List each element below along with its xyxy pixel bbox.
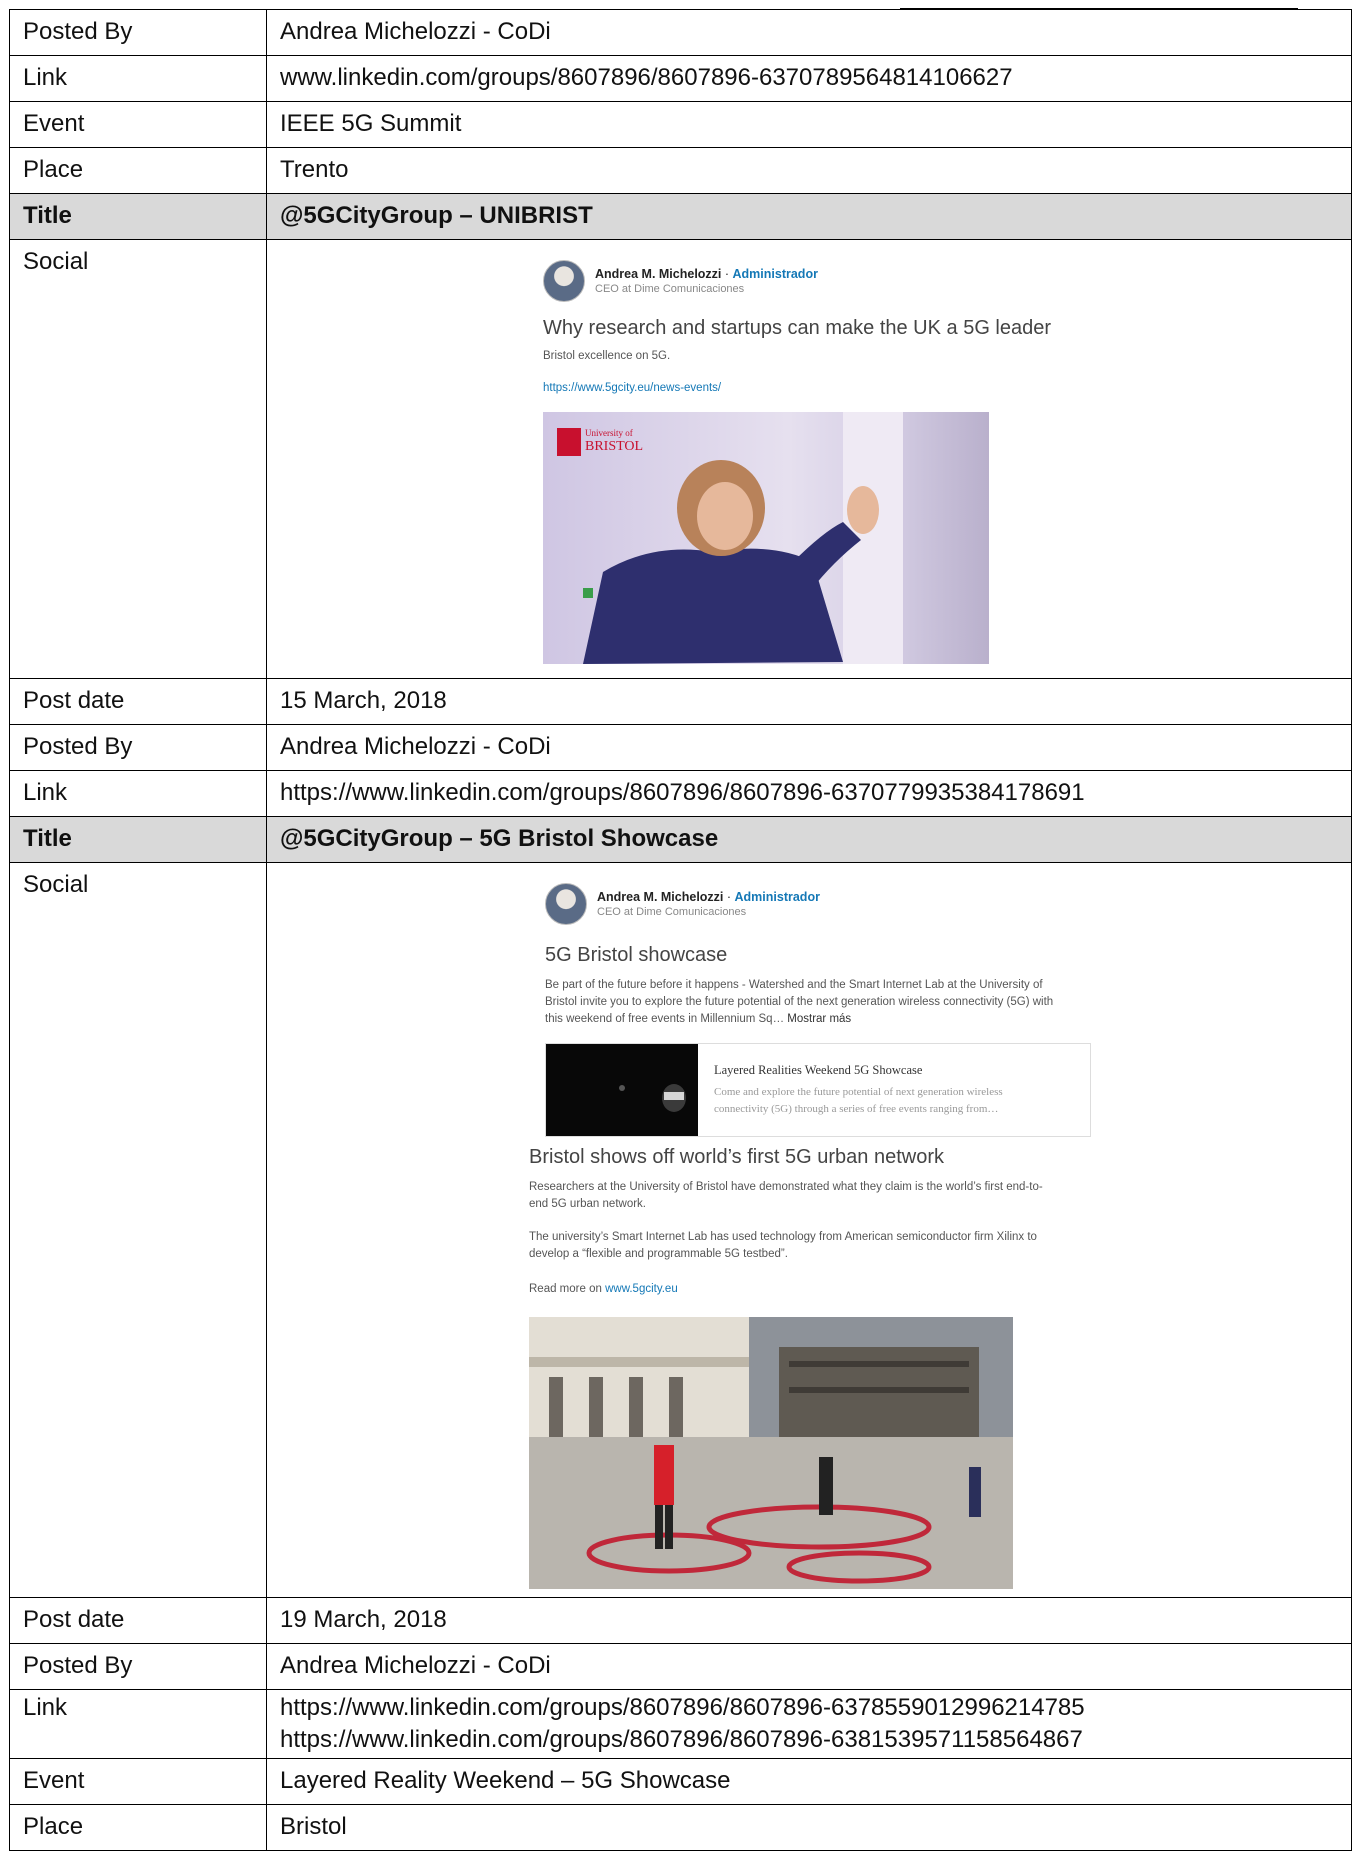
logo-caption: BRISTOL xyxy=(585,439,644,454)
row-value: Trento xyxy=(266,147,1352,194)
post-text-line: Be part of the future before it happens … xyxy=(545,979,1043,991)
row-value: IEEE 5G Summit xyxy=(266,101,1352,148)
report-table: Posted By Andrea Michelozzi - CoDi Link … xyxy=(9,9,1352,1851)
row-value: Andrea Michelozzi - CoDi xyxy=(266,9,1352,56)
row-value: Andrea Michelozzi - CoDi xyxy=(266,724,1352,771)
row-value: 15 March, 2018 xyxy=(266,678,1352,725)
row-label: Place xyxy=(9,147,267,194)
table-row: Link www.linkedin.com/groups/8607896/860… xyxy=(9,55,1352,102)
table-row: Event Layered Reality Weekend – 5G Showc… xyxy=(9,1758,1352,1805)
title-row: Title @5GCityGroup – UNIBRIST xyxy=(9,193,1352,240)
row-value: 19 March, 2018 xyxy=(266,1597,1352,1644)
row-label: Posted By xyxy=(9,9,267,56)
role-badge: Administrador xyxy=(734,890,820,904)
plaza-illustration xyxy=(529,1317,1013,1589)
post-author: Andrea M. Michelozzi · Administrador CEO… xyxy=(545,883,820,925)
post-author: Andrea M. Michelozzi · Administrador CEO… xyxy=(543,260,818,302)
post-text-end: this weekend of free events in Millenniu… xyxy=(545,1013,785,1025)
square-photo[interactable] xyxy=(529,1317,1013,1589)
avatar xyxy=(543,260,585,302)
row-label: Title xyxy=(9,816,267,863)
preview-desc: Come and explore the future potential of… xyxy=(714,1086,1003,1098)
post-link[interactable]: https://www.5gcity.eu/news-events/ xyxy=(543,380,721,397)
link-value[interactable]: https://www.linkedin.com/groups/8607896/… xyxy=(280,1724,1338,1756)
table-row: Post date 19 March, 2018 xyxy=(9,1597,1352,1644)
author-name[interactable]: Andrea M. Michelozzi xyxy=(595,267,721,281)
avatar xyxy=(545,883,587,925)
link-value[interactable]: https://www.linkedin.com/groups/8607896/… xyxy=(280,1692,1338,1724)
author-subtitle: CEO at Dime Comunicaciones xyxy=(595,283,745,295)
row-label: Social xyxy=(9,239,267,679)
read-more-label: Read more on xyxy=(529,1283,606,1295)
table-row: Link https://www.linkedin.com/groups/860… xyxy=(9,770,1352,817)
read-more: Read more on www.5gcity.eu xyxy=(529,1281,678,1298)
speaker-photo[interactable]: University of BRISTOL xyxy=(543,412,989,664)
social-row: Social Andrea M. Michelozzi · Administra… xyxy=(9,239,1352,679)
row-label: Title xyxy=(9,193,267,240)
separator: · xyxy=(723,890,735,904)
bristol-logo xyxy=(557,428,581,456)
row-label: Posted By xyxy=(9,724,267,771)
social-cell: Andrea M. Michelozzi · Administrador CEO… xyxy=(266,862,1352,1598)
article-headline: Bristol shows off world’s first 5G urban… xyxy=(529,1146,944,1168)
post-text: Bristol excellence on 5G. xyxy=(543,350,671,362)
row-label: Post date xyxy=(9,1597,267,1644)
read-more-link[interactable]: www.5gcity.eu xyxy=(605,1283,678,1295)
link-preview[interactable]: Layered Realities Weekend 5G Showcase Co… xyxy=(545,1043,1091,1137)
preview-title: Layered Realities Weekend 5G Showcase xyxy=(714,1063,923,1077)
linkedin-post-card: Andrea M. Michelozzi · Administrador CEO… xyxy=(525,863,1093,1597)
row-value: Andrea Michelozzi - CoDi xyxy=(266,1643,1352,1690)
table-row: Link https://www.linkedin.com/groups/860… xyxy=(9,1689,1352,1759)
article-text-line: develop a “flexible and programmable 5G … xyxy=(529,1248,788,1260)
post-headline: 5G Bristol showcase xyxy=(545,944,728,966)
row-label: Place xyxy=(9,1804,267,1851)
row-label: Link xyxy=(9,770,267,817)
row-label: Posted By xyxy=(9,1643,267,1690)
post-text-line: this weekend of free events in Millenniu… xyxy=(545,1011,851,1028)
table-row: Posted By Andrea Michelozzi - CoDi xyxy=(9,724,1352,771)
logo-caption: University of xyxy=(585,428,633,438)
post-headline: Why research and startups can make the U… xyxy=(543,317,1052,339)
social-row: Social Andrea M. Michelozzi · Administra… xyxy=(9,862,1352,1598)
row-value: Layered Reality Weekend – 5G Showcase xyxy=(266,1758,1352,1805)
vr-headset-illustration xyxy=(619,1084,686,1112)
row-label: Link xyxy=(9,1689,267,1759)
row-value: Bristol xyxy=(266,1804,1352,1851)
row-label: Event xyxy=(9,101,267,148)
post-title: @5GCityGroup – UNIBRIST xyxy=(266,193,1352,240)
link-value[interactable]: https://www.linkedin.com/groups/8607896/… xyxy=(266,770,1352,817)
title-row: Title @5GCityGroup – 5G Bristol Showcase xyxy=(9,816,1352,863)
table-row: Post date 15 March, 2018 xyxy=(9,678,1352,725)
role-badge: Administrador xyxy=(732,267,818,281)
author-subtitle: CEO at Dime Comunicaciones xyxy=(597,906,747,918)
article-text-line: The university’s Smart Internet Lab has … xyxy=(529,1231,1037,1243)
article-text-line: Researchers at the University of Bristol… xyxy=(529,1181,1043,1193)
author-name[interactable]: Andrea M. Michelozzi xyxy=(597,890,723,904)
separator: · xyxy=(721,267,733,281)
row-label: Event xyxy=(9,1758,267,1805)
row-label: Social xyxy=(9,862,267,1598)
article-text-line: end 5G urban network. xyxy=(529,1198,646,1210)
links-cell: https://www.linkedin.com/groups/8607896/… xyxy=(266,1689,1352,1759)
table-row: Posted By Andrea Michelozzi - CoDi xyxy=(9,1643,1352,1690)
table-row: Posted By Andrea Michelozzi - CoDi xyxy=(9,9,1352,56)
link-value[interactable]: www.linkedin.com/groups/8607896/8607896-… xyxy=(266,55,1352,102)
show-more-link[interactable]: Mostrar más xyxy=(787,1013,851,1025)
table-row: Place Trento xyxy=(9,147,1352,194)
post-title: @5GCityGroup – 5G Bristol Showcase xyxy=(266,816,1352,863)
post-text-line: Bristol invite you to explore the future… xyxy=(545,996,1054,1008)
preview-thumbnail xyxy=(546,1044,698,1136)
row-label: Post date xyxy=(9,678,267,725)
social-cell: Andrea M. Michelozzi · Administrador CEO… xyxy=(266,239,1352,679)
linkedin-post-card: Andrea M. Michelozzi · Administrador CEO… xyxy=(523,240,1091,678)
table-row: Place Bristol xyxy=(9,1804,1352,1851)
preview-desc: connectivity (5G) through a series of fr… xyxy=(714,1103,999,1115)
table-row: Event IEEE 5G Summit xyxy=(9,101,1352,148)
row-label: Link xyxy=(9,55,267,102)
